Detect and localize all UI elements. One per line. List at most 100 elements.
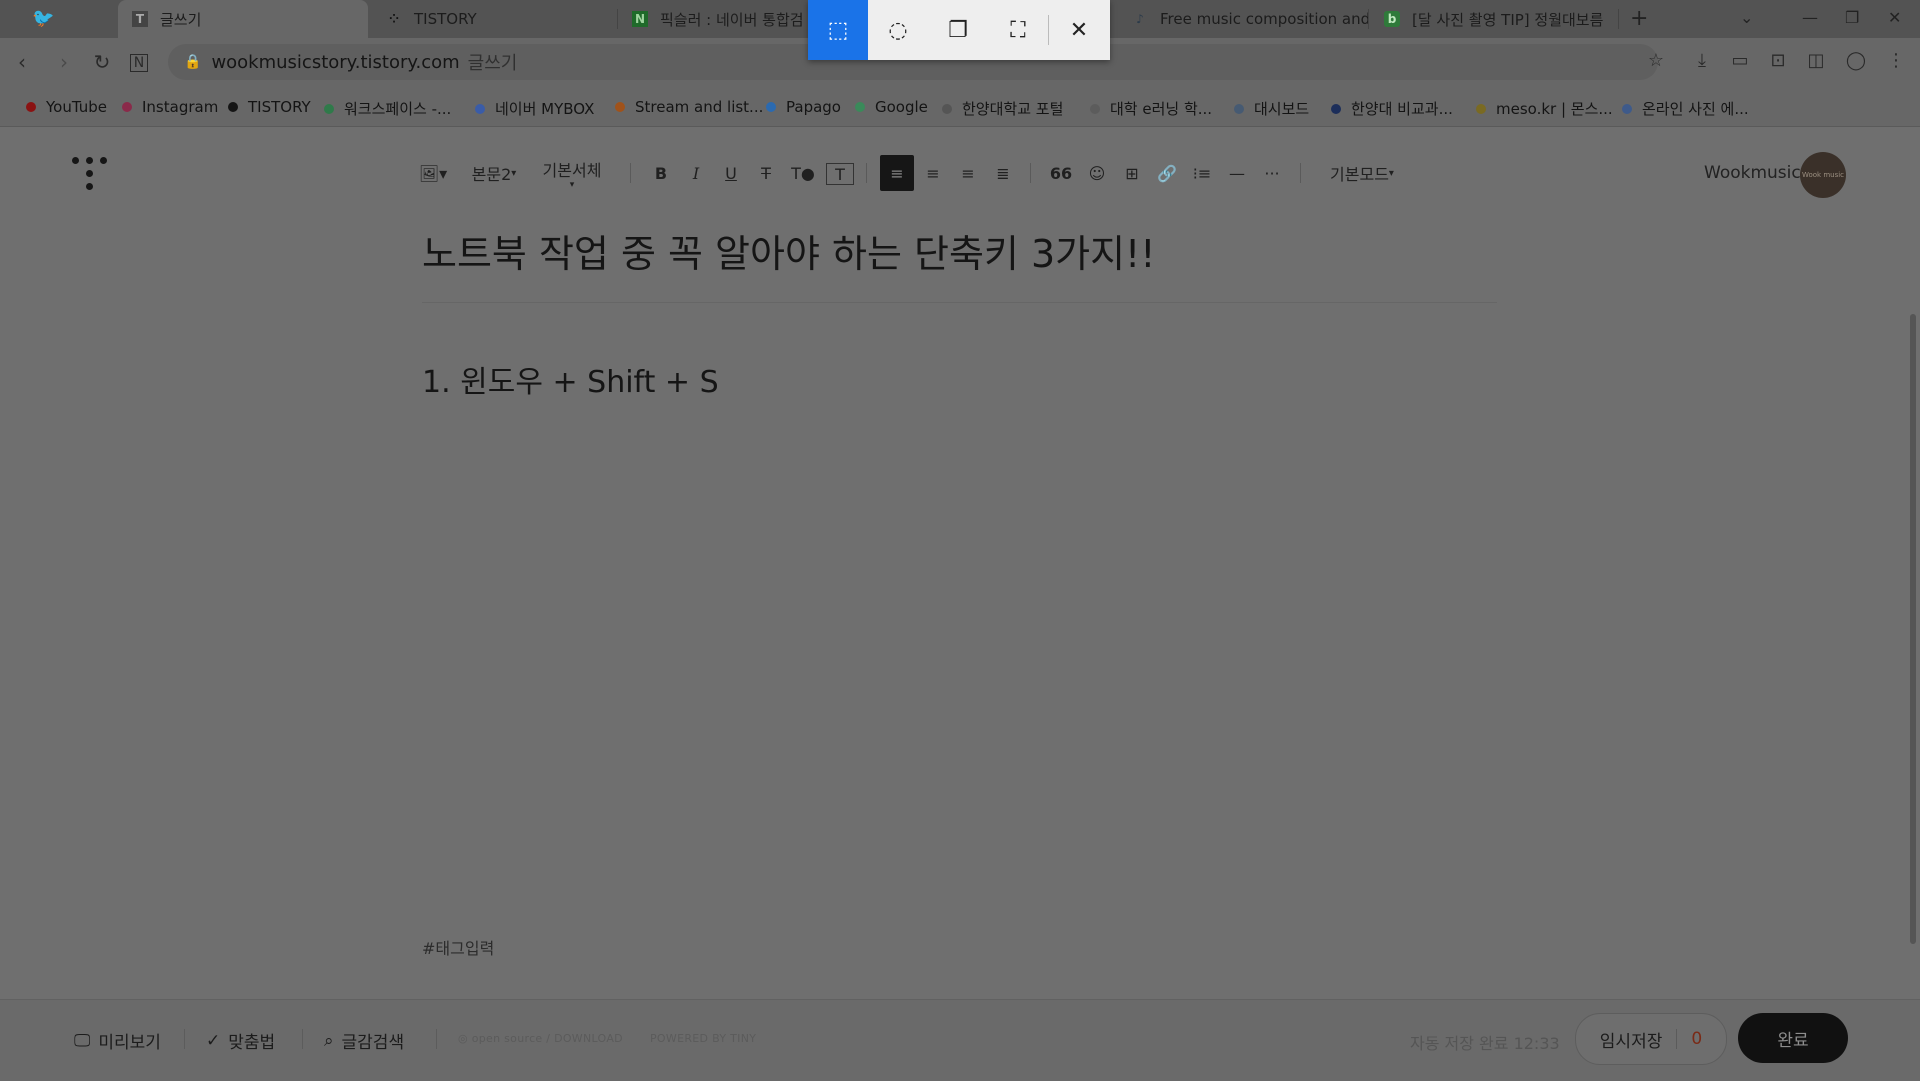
bookmark-favicon-icon (1090, 103, 1100, 114)
opensource-link[interactable]: ◎ open source / DOWNLOAD (458, 1032, 623, 1045)
minimize-icon[interactable]: — (1802, 8, 1818, 27)
bookmark-label: 네이버 MYBOX (495, 100, 595, 118)
table-icon[interactable]: ⊞ (1119, 159, 1145, 187)
profile-icon[interactable]: ◯ (1844, 50, 1868, 71)
close-snip-icon[interactable]: ✕ (1049, 0, 1109, 60)
paragraph-style-select[interactable]: 본문2 ▾ (466, 159, 522, 187)
post-heading[interactable]: 1. 윈도우 + Shift + S (422, 357, 719, 401)
restore-icon[interactable]: ❐ (1845, 8, 1859, 27)
text-color-icon[interactable]: T● (790, 159, 816, 187)
link-icon[interactable]: 🔗 (1154, 159, 1180, 187)
music-favicon-icon: ♪ (1136, 12, 1144, 26)
bookmark-mybox[interactable]: 네이버 MYBOX (475, 98, 594, 119)
tab-title: TISTORY (414, 10, 477, 28)
tab-title: 픽슬러 : 네이버 통합검 (660, 10, 804, 29)
more-icon[interactable]: ··· (1259, 159, 1285, 187)
bookmark-elearning[interactable]: 대학 e러닝 학... (1090, 98, 1212, 119)
bookmark-label: Papago (786, 98, 841, 116)
bookmark-star-icon[interactable]: ☆ (1644, 50, 1668, 71)
tab-blog[interactable]: b [달 사진 촬영 TIP] 정월대보름 (1370, 0, 1615, 38)
bookmark-favicon-icon (1331, 103, 1341, 114)
quote-icon[interactable]: 66 (1048, 159, 1074, 187)
naver-extension-icon[interactable]: N (130, 54, 148, 72)
emoticon-icon[interactable]: ☺ (1084, 159, 1110, 187)
align-center-icon[interactable]: ≡ (920, 159, 946, 187)
footer-divider (184, 1029, 185, 1049)
freeform-snip-icon[interactable]: ◌ (868, 0, 928, 60)
menu-kebab-icon[interactable]: ⋮ (1884, 50, 1908, 71)
bookmark-favicon-icon (324, 103, 334, 114)
close-window-icon[interactable]: ✕ (1888, 8, 1901, 27)
temp-save-button[interactable]: 임시저장 0 (1575, 1013, 1727, 1065)
tab-search-chevron-icon[interactable]: ⌄ (1740, 8, 1753, 27)
tab-tistory[interactable]: ⁘ TISTORY (372, 0, 612, 38)
bookmark-google[interactable]: Google (855, 98, 928, 116)
bookmark-label: 대시보드 (1254, 100, 1310, 118)
address-url: wookmusicstory.tistory.com (211, 51, 460, 73)
editor-toolbar: 🖼▾ 본문2 ▾ 기본서체 ▾ B I U T T● T ≡ ≡ ≡ ≣ 66 ☺ … (0, 127, 1920, 220)
text-background-icon[interactable]: T (826, 163, 854, 185)
fullscreen-snip-icon[interactable]: ⛶ (988, 0, 1048, 60)
bookmark-favicon-icon (228, 102, 238, 112)
scrollbar[interactable] (1910, 314, 1916, 944)
align-right-icon[interactable]: ≡ (955, 159, 981, 187)
side-panel-icon[interactable]: ◫ (1804, 50, 1828, 71)
tistory-favicon-icon: ⁘ (388, 12, 400, 26)
bold-icon[interactable]: B (648, 159, 674, 187)
bookmark-instagram[interactable]: Instagram (122, 98, 218, 116)
tab-music[interactable]: ♪ Free music composition and (1118, 0, 1368, 38)
bookmark-favicon-icon (766, 102, 776, 112)
editor-content[interactable]: 노트북 작업 중 꼭 알아야 하는 단축키 3가지!! 1. 윈도우 + Shi… (0, 219, 1920, 999)
tab-title: Free music composition and (1160, 10, 1368, 28)
divider-line-icon[interactable]: — (1224, 159, 1250, 187)
bookmark-meso[interactable]: meso.kr | 몬스... (1476, 98, 1613, 119)
preview-button[interactable]: 🖵 미리보기 (74, 1028, 161, 1054)
rectangle-snip-icon[interactable]: ⬚ (808, 0, 868, 60)
cast-icon[interactable]: ▭ (1728, 50, 1752, 71)
done-button[interactable]: 완료 (1738, 1013, 1848, 1063)
screenshot-icon[interactable]: ⊡ (1766, 50, 1790, 71)
bookmark-favicon-icon (615, 102, 625, 112)
toolbar-divider (866, 163, 867, 183)
align-justify-icon[interactable]: ≣ (990, 159, 1016, 187)
bookmark-hanyang-portal[interactable]: 한양대학교 포털 (942, 98, 1063, 119)
bookmark-label: TISTORY (248, 98, 311, 116)
powered-by-text: POWERED BY TINY (650, 1032, 757, 1045)
bookmark-hanyang-extra[interactable]: 한양대 비교과... (1331, 98, 1453, 119)
bookmark-photo-editor[interactable]: 온라인 사진 에... (1622, 98, 1749, 119)
post-title[interactable]: 노트북 작업 중 꼭 알아야 하는 단축키 3가지!! (422, 223, 1156, 278)
bookmark-tistory[interactable]: TISTORY (228, 98, 311, 116)
material-search-button[interactable]: ⌕ 글감검색 (324, 1028, 404, 1054)
underline-icon[interactable]: U (718, 159, 744, 187)
tab-write[interactable]: T 글쓰기 (118, 0, 368, 38)
new-tab-plus-icon[interactable]: + (1630, 6, 1648, 31)
tag-input[interactable]: #태그입력 (422, 935, 494, 959)
back-icon[interactable]: ‹ (10, 50, 34, 74)
bookmark-workspace[interactable]: 워크스페이스 -... (324, 98, 451, 119)
bookmark-youtube[interactable]: YouTube (26, 98, 107, 116)
image-insert-icon[interactable]: 🖼▾ (416, 159, 450, 187)
toolbar-divider (1030, 163, 1031, 183)
bookmark-dashboard[interactable]: 대시보드 (1234, 98, 1309, 119)
window-snip-icon[interactable]: ❐ (928, 0, 988, 60)
forward-icon[interactable]: › (52, 50, 76, 74)
bookmark-papago[interactable]: Papago (766, 98, 841, 116)
username[interactable]: Wookmusic (1704, 163, 1801, 183)
tistory-logo-icon[interactable] (72, 157, 108, 193)
lock-icon: 🔒 (184, 54, 202, 70)
reload-icon[interactable]: ↻ (90, 50, 114, 74)
tab-naver[interactable]: N 픽슬러 : 네이버 통합검 (618, 0, 808, 38)
align-left-icon[interactable]: ≡ (880, 155, 914, 191)
italic-icon[interactable]: I (683, 159, 709, 187)
avatar[interactable]: Wook music (1800, 152, 1846, 198)
list-icon[interactable]: ⁝≡ (1189, 159, 1215, 187)
twitter-icon[interactable]: 🐦 (32, 8, 54, 29)
download-icon[interactable]: ⤓ (1690, 50, 1714, 71)
font-select[interactable]: 기본서체 ▾ (538, 159, 606, 190)
bookmark-favicon-icon (855, 102, 865, 112)
mode-select[interactable]: 기본모드 ▾ (1322, 159, 1402, 187)
spellcheck-button[interactable]: ✓ 맞춤법 (206, 1028, 275, 1054)
tab-divider (1368, 9, 1369, 29)
strikethrough-icon[interactable]: T (753, 159, 779, 187)
bookmark-stream[interactable]: Stream and list... (615, 98, 763, 116)
